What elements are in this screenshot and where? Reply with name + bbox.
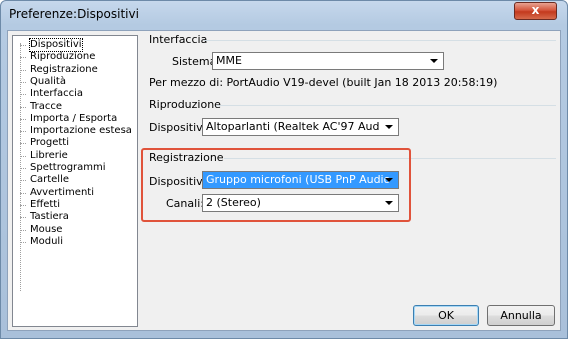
close-icon: x	[531, 3, 540, 17]
playback-device-select[interactable]: Altoparlanti (Realtek AC'97 Aud	[202, 118, 399, 136]
recording-highlight-frame	[141, 148, 411, 222]
tree-connector-tick	[20, 69, 26, 71]
tree-item-label: Progetti	[30, 137, 69, 149]
tree-item-label: Interfaccia	[30, 88, 84, 100]
tree-connector-tick	[20, 168, 26, 169]
host-select-value: MME	[216, 54, 242, 67]
close-button[interactable]: x	[514, 2, 557, 20]
playback-device-label: Dispositivi:	[149, 121, 210, 134]
tree-item-label: Qualità	[30, 75, 66, 87]
playback-device-value: Altoparlanti (Realtek AC'97 Aud	[206, 120, 380, 133]
tree-item-label: Importa / Esporta	[30, 112, 118, 124]
tree-connector-tick	[20, 192, 26, 194]
chevron-down-icon	[430, 59, 438, 63]
host-select[interactable]: MME	[212, 52, 444, 70]
tree-connector-tick	[20, 81, 26, 83]
chevron-down-icon	[385, 125, 393, 129]
cancel-button-label: Annulla	[500, 309, 542, 322]
tree-item-label: Riproduzione	[30, 51, 96, 63]
tree-item-label: Librerie	[30, 149, 68, 161]
tree-item-label: Mouse	[30, 223, 63, 235]
tree-item-label: Moduli	[30, 235, 63, 247]
title-bar[interactable]: Preferenze:Dispositivi x	[1, 1, 567, 29]
tree-connector-tick	[20, 131, 26, 133]
tree-connector-tick	[20, 45, 26, 46]
portaudio-info: Per mezzo di: PortAudio V19-devel (built…	[149, 76, 498, 89]
tree-connector-tick	[20, 106, 26, 108]
tree-connector-tick	[20, 180, 26, 182]
dialog-body: Dispositivi Riproduzione Registrazione Qual…	[7, 30, 561, 331]
tree-connector-tick	[20, 241, 26, 243]
playback-group: Riproduzione Dispositivi: Altoparlanti (…	[144, 98, 556, 142]
tree-item-label: Tracce	[30, 100, 63, 112]
tree-connector-tick	[20, 229, 26, 231]
ok-button-label: OK	[438, 309, 454, 322]
interface-group-title: Interfaccia	[149, 33, 208, 46]
tree-connector-tick	[20, 155, 26, 157]
group-divider	[216, 105, 556, 106]
tree-connector-tick	[20, 217, 26, 219]
tree-item-label: Avvertimenti	[30, 186, 94, 198]
ok-button[interactable]: OK	[413, 305, 479, 326]
tree-item-label: Registrazione	[30, 63, 98, 75]
interface-group: Interfaccia Sistema: MME Per mezzo di: P…	[144, 33, 556, 93]
tree-item-label: Effetti	[30, 198, 60, 210]
category-tree[interactable]: Dispositivi Riproduzione Registrazione Qual…	[12, 35, 138, 327]
tree-item-label: Importazione estesa	[30, 125, 132, 137]
tree-item-label: Tastiera	[30, 211, 69, 223]
group-divider	[204, 40, 556, 41]
tree-connector-tick	[20, 204, 26, 206]
tree-connector	[20, 43, 21, 291]
preferences-window: Preferenze:Dispositivi x Dispositivi Ripr…	[0, 0, 568, 339]
tree-connector-tick	[20, 118, 26, 120]
cancel-button[interactable]: Annulla	[487, 305, 555, 326]
playback-group-title: Riproduzione	[149, 98, 221, 111]
tree-item-label: Cartelle	[30, 174, 70, 186]
tree-connector-tick	[20, 57, 26, 59]
tree-item-label: Dispositivi	[29, 38, 83, 52]
tree-connector-tick	[20, 143, 26, 145]
tree-connector-tick	[20, 94, 26, 96]
tree-item-label: Spettrogrammi	[30, 162, 106, 173]
window-title: Preferenze:Dispositivi	[9, 7, 139, 21]
